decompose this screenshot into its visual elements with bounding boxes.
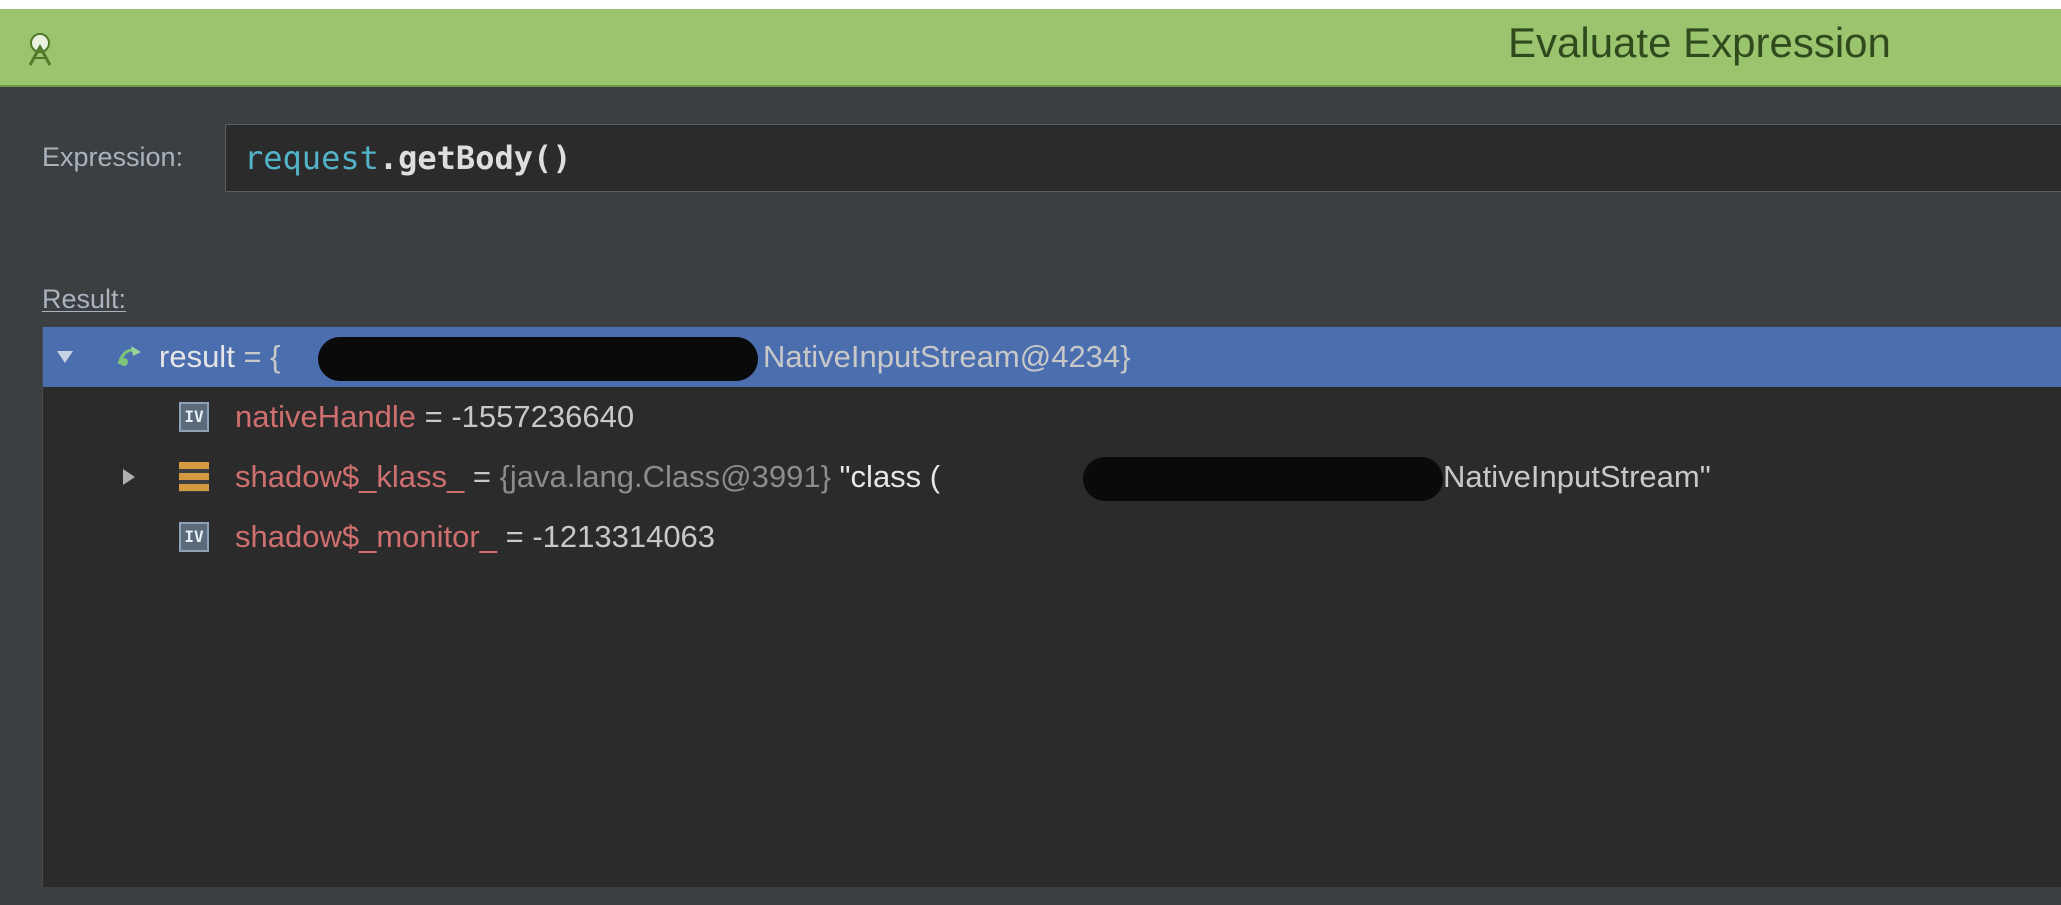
field-text: shadow$_klass_ = {java.lang.Class@3991} … xyxy=(235,459,940,495)
evaluate-expression-dialog: Evaluate Expression Expression: request.… xyxy=(0,9,2061,905)
tree-row-nativehandle[interactable]: IV nativeHandle = -1557236640 xyxy=(43,387,2061,447)
field-text: nativeHandle = -1557236640 xyxy=(235,399,634,435)
redaction-mark xyxy=(318,337,758,381)
field-value: -1213314063 xyxy=(532,519,716,554)
window-title: Evaluate Expression xyxy=(1508,19,1891,66)
expression-label: Expression: xyxy=(42,142,184,172)
result-name: result xyxy=(159,339,235,374)
expand-arrow-right-icon[interactable] xyxy=(119,467,139,487)
field-name: shadow$_klass_ xyxy=(235,459,465,494)
field-type-ref: {java.lang.Class@3991} xyxy=(499,459,831,494)
android-studio-icon xyxy=(28,33,52,66)
primitive-field-icon: IV xyxy=(179,402,209,432)
field-value: -1557236640 xyxy=(451,399,635,434)
expression-method-token: getBody() xyxy=(398,139,572,177)
redaction-mark xyxy=(1083,457,1443,501)
result-value-suffix: NativeInputStream@4234} xyxy=(763,339,1131,374)
result-tree[interactable]: result = { NativeInputStream@4234} IV na… xyxy=(42,327,2061,887)
watch-result-icon xyxy=(117,346,141,366)
field-operator: = xyxy=(472,459,491,494)
result-label: Result: xyxy=(42,284,127,314)
field-name: nativeHandle xyxy=(235,399,416,434)
field-value-suffix: NativeInputStream" xyxy=(1443,459,1711,494)
result-root-text: result = { xyxy=(159,339,281,375)
field-text: shadow$_monitor_ = -1213314063 xyxy=(235,519,715,555)
tree-row-result[interactable]: result = { NativeInputStream@4234} xyxy=(43,327,2061,387)
expression-dot-token: . xyxy=(378,139,399,177)
field-operator: = xyxy=(505,519,524,554)
dialog-content: Expression: request.getBody() Result: re… xyxy=(0,87,2061,905)
tree-row-shadow-klass[interactable]: shadow$_klass_ = {java.lang.Class@3991} … xyxy=(43,447,2061,507)
object-field-icon xyxy=(179,462,209,492)
field-value-prefix: "class ( xyxy=(839,459,941,494)
title-bar: Evaluate Expression xyxy=(0,9,2061,87)
expression-input[interactable]: request.getBody() xyxy=(225,124,2061,192)
expression-object-token: request xyxy=(244,139,379,177)
field-name: shadow$_monitor_ xyxy=(235,519,497,554)
result-prefix: = { xyxy=(243,339,281,374)
primitive-field-icon: IV xyxy=(179,522,209,552)
tree-row-shadow-monitor[interactable]: IV shadow$_monitor_ = -1213314063 xyxy=(43,507,2061,567)
expression-code: request.getBody() xyxy=(244,139,572,177)
expand-arrow-down-icon[interactable] xyxy=(55,347,75,367)
field-operator: = xyxy=(424,399,443,434)
